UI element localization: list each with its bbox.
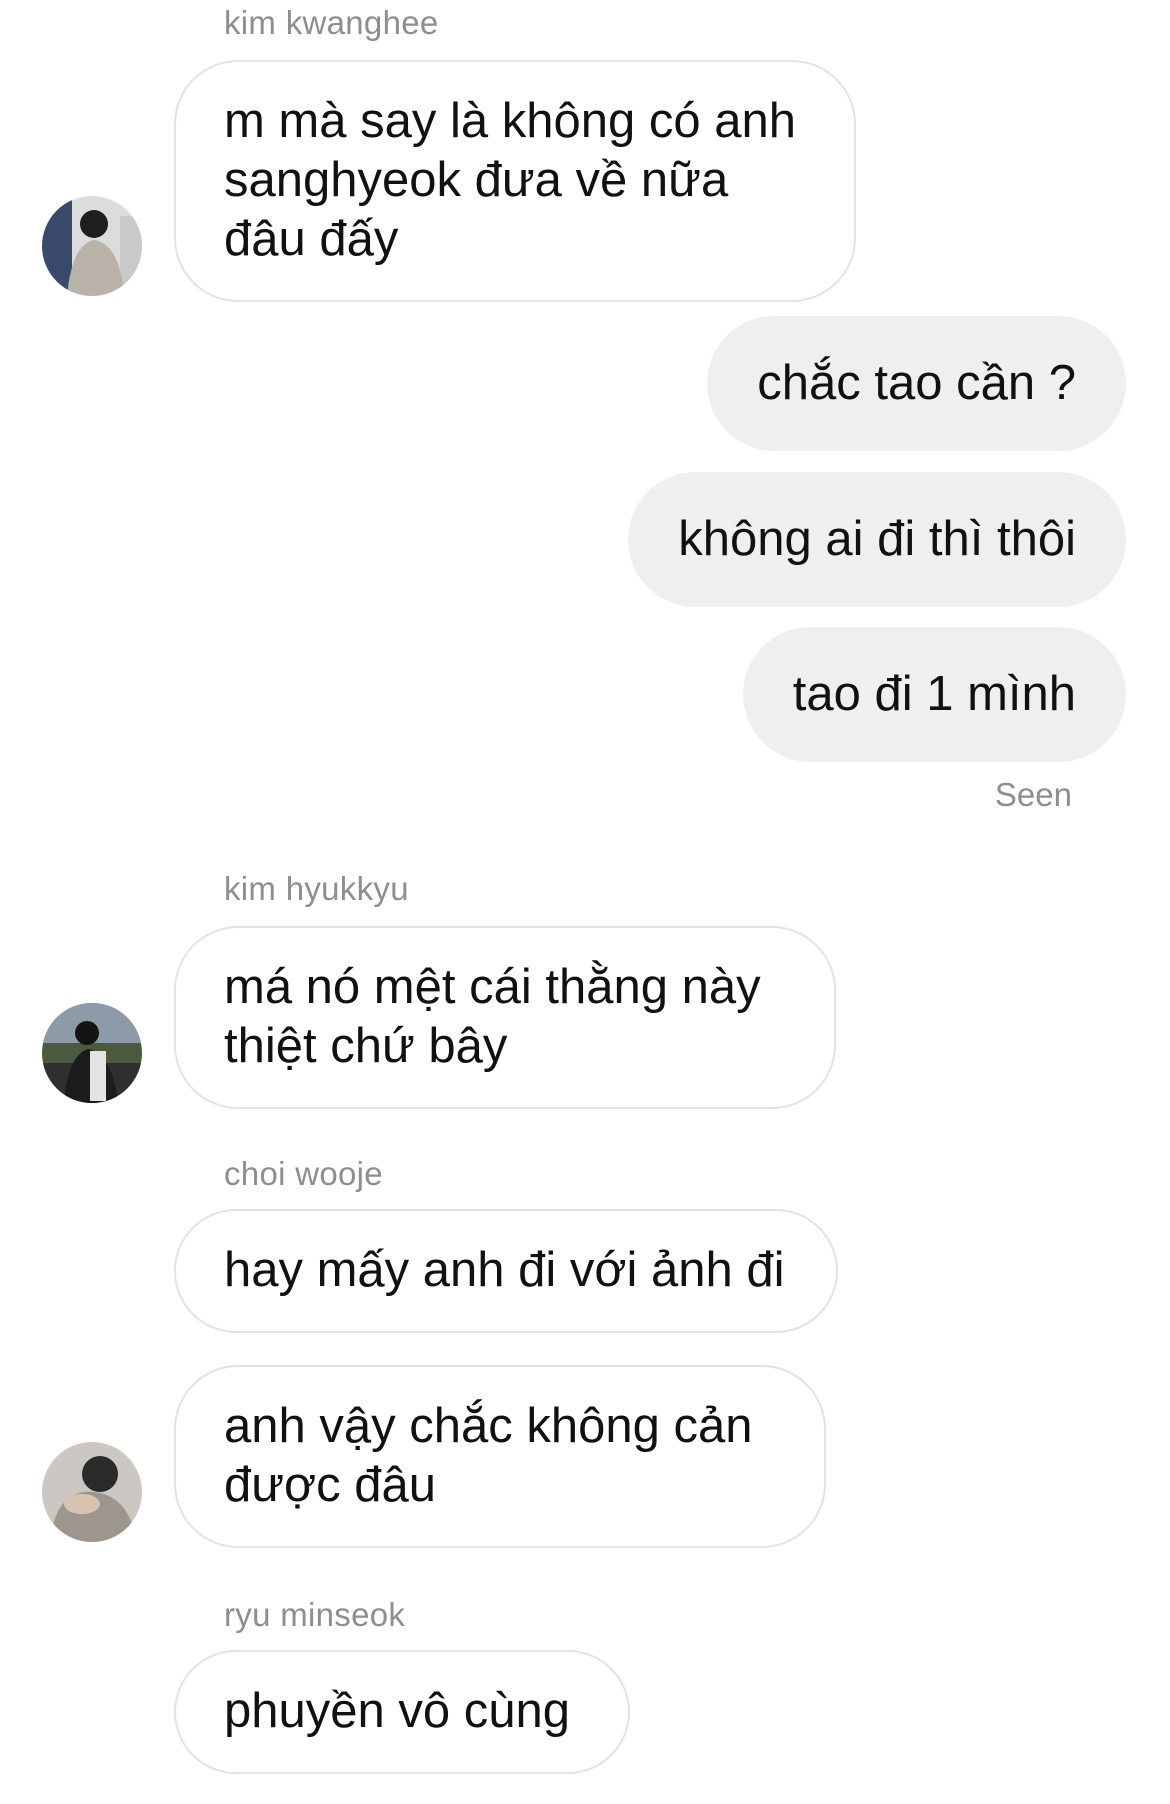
sender-name: kim hyukkyu	[224, 870, 409, 907]
incoming-message-bubble[interactable]: m mà say là không có anh sanghyeok đưa v…	[174, 60, 856, 302]
person-photo-icon	[42, 196, 142, 296]
seen-status: Seen	[994, 776, 1072, 813]
outgoing-message-bubble[interactable]: không ai đi thì thôi	[628, 472, 1126, 607]
outgoing-message-bubble[interactable]: chắc tao cần ?	[707, 316, 1126, 451]
incoming-message-bubble[interactable]: má nó mệt cái thằng này thiệt chứ bây	[174, 926, 836, 1109]
incoming-message-bubble[interactable]: anh vậy chắc không cản được đâu	[174, 1365, 826, 1548]
sender-name: kim kwanghee	[224, 4, 439, 41]
sender-name: ryu minseok	[224, 1596, 406, 1633]
incoming-message-bubble[interactable]: hay mấy anh đi với ảnh đi	[174, 1209, 838, 1333]
outgoing-message-bubble[interactable]: tao đi 1 mình	[742, 627, 1126, 762]
avatar[interactable]	[42, 1003, 142, 1103]
avatar[interactable]	[42, 1442, 142, 1542]
person-photo-icon	[42, 1003, 142, 1103]
avatar[interactable]	[42, 196, 142, 296]
incoming-message-bubble[interactable]: phuyền vô cùng	[174, 1650, 630, 1774]
sender-name: choi wooje	[224, 1155, 383, 1192]
person-photo-icon	[42, 1442, 142, 1542]
